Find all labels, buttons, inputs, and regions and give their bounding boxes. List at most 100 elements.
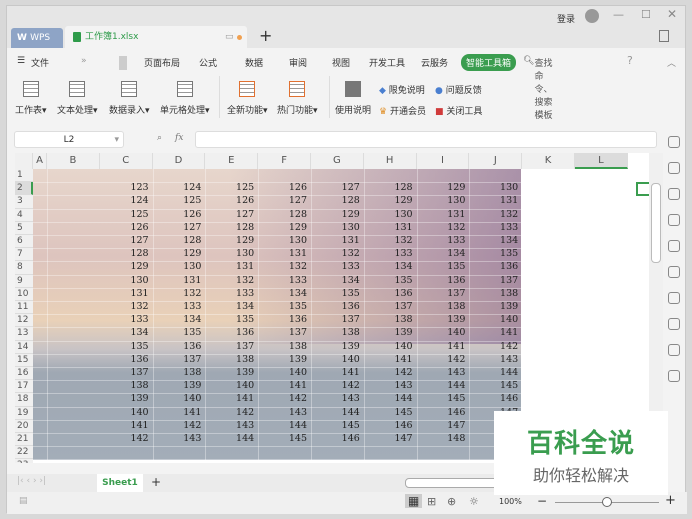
cell[interactable]: 132 — [161, 288, 201, 299]
cell[interactable]: 142 — [161, 420, 201, 431]
cell[interactable]: 132 — [267, 261, 307, 272]
cell[interactable]: 144 — [320, 407, 360, 418]
cell[interactable]: 133 — [267, 275, 307, 286]
cell[interactable]: 141 — [267, 380, 307, 391]
cell[interactable]: 141 — [425, 341, 465, 352]
cell[interactable]: 135 — [161, 327, 201, 338]
cell[interactable]: 132 — [373, 235, 412, 246]
row-header[interactable]: 3 — [15, 195, 33, 209]
cell[interactable]: 136 — [109, 354, 148, 365]
cell[interactable]: 135 — [320, 288, 360, 299]
cell[interactable]: 143 — [214, 420, 254, 431]
add-sheet-button[interactable]: + — [151, 475, 161, 489]
cell[interactable]: 133 — [373, 248, 412, 259]
cell[interactable]: 137 — [478, 275, 518, 286]
cell[interactable]: 128 — [109, 248, 148, 259]
cell[interactable]: 137 — [320, 314, 360, 325]
instructions-button[interactable]: 使用说明 — [335, 81, 371, 116]
cell[interactable]: 141 — [373, 354, 412, 365]
cell[interactable]: 138 — [425, 301, 465, 312]
cell[interactable]: 129 — [214, 235, 254, 246]
column-header-J[interactable]: J — [469, 153, 523, 169]
cell[interactable]: 131 — [267, 248, 307, 259]
feedback-link[interactable]: ● 问题反馈 — [435, 83, 482, 96]
free-info-link[interactable]: ◆ 限免说明 — [379, 83, 425, 96]
cell[interactable]: 134 — [267, 288, 307, 299]
cell[interactable]: 135 — [267, 301, 307, 312]
row-header[interactable]: 11 — [15, 301, 33, 315]
fx-icon[interactable]: fx — [175, 133, 183, 143]
column-header-F[interactable]: F — [258, 153, 311, 169]
cell[interactable]: 137 — [214, 341, 254, 352]
cell[interactable]: 134 — [478, 235, 518, 246]
cell[interactable]: 144 — [425, 380, 465, 391]
login-link[interactable]: 登录 — [557, 12, 575, 25]
menu-page-layout[interactable]: 页面布局 — [144, 56, 180, 69]
cell[interactable]: 132 — [109, 301, 148, 312]
cell[interactable]: 124 — [109, 195, 148, 206]
cell[interactable]: 131 — [214, 261, 254, 272]
hot-features-button[interactable]: 热门功能▾ — [277, 81, 318, 116]
cell-processing-button[interactable]: 单元格处理▾ — [160, 81, 210, 116]
cell[interactable]: 125 — [214, 182, 254, 193]
menu-view[interactable]: 视图 — [332, 56, 350, 69]
normal-view-icon[interactable]: ▦ — [405, 494, 423, 508]
cell[interactable]: 140 — [109, 407, 148, 418]
cell[interactable]: 138 — [267, 341, 307, 352]
cell[interactable]: 140 — [373, 341, 412, 352]
cell[interactable]: 136 — [320, 301, 360, 312]
cell[interactable]: 135 — [373, 275, 412, 286]
cell[interactable]: 145 — [267, 433, 307, 444]
select-all-corner[interactable] — [15, 153, 33, 169]
scroll-thumb[interactable] — [651, 183, 661, 263]
archive-icon[interactable] — [668, 344, 680, 356]
sidebar-toggle-icon[interactable] — [659, 30, 669, 42]
row-header[interactable]: 15 — [15, 353, 33, 367]
avatar-icon[interactable] — [585, 9, 599, 23]
scroll-left-button[interactable] — [119, 56, 127, 70]
macro-icon[interactable]: ▤ — [19, 496, 28, 506]
help-icon[interactable] — [668, 266, 680, 278]
cell[interactable]: 137 — [267, 327, 307, 338]
cell[interactable]: 133 — [320, 261, 360, 272]
cell[interactable]: 142 — [373, 367, 412, 378]
file-tab[interactable]: 工作簿1.xlsx ▭ — [65, 26, 247, 48]
collapse-ribbon-icon[interactable]: ︿ — [667, 56, 676, 69]
select-icon[interactable] — [668, 136, 680, 148]
cell[interactable]: 145 — [373, 407, 412, 418]
column-header-E[interactable]: E — [205, 153, 259, 169]
cell[interactable]: 145 — [425, 393, 465, 404]
menu-formula[interactable]: 公式 — [199, 56, 217, 69]
cell[interactable]: 137 — [425, 288, 465, 299]
cell[interactable]: 139 — [161, 380, 201, 391]
cell[interactable]: 130 — [161, 261, 201, 272]
zoom-out-button[interactable]: − — [537, 494, 547, 508]
row-header[interactable]: 20 — [15, 419, 33, 433]
cell[interactable]: 138 — [214, 354, 254, 365]
cell[interactable]: 128 — [267, 209, 307, 220]
column-header-H[interactable]: H — [363, 153, 417, 169]
column-header-C[interactable]: C — [99, 153, 153, 169]
cell[interactable]: 141 — [161, 407, 201, 418]
cell[interactable]: 139 — [109, 393, 148, 404]
cell[interactable]: 146 — [320, 433, 360, 444]
row-header[interactable]: 13 — [15, 327, 33, 341]
cell[interactable]: 146 — [478, 393, 518, 404]
star-icon[interactable] — [668, 292, 680, 304]
cell[interactable]: 134 — [425, 248, 465, 259]
row-header[interactable]: 21 — [15, 433, 33, 447]
cell[interactable]: 131 — [373, 222, 412, 233]
cell[interactable]: 135 — [425, 261, 465, 272]
cell[interactable]: 142 — [109, 433, 148, 444]
menu-smart-toolbox[interactable]: 智能工具箱 — [461, 54, 517, 71]
cell[interactable]: 138 — [161, 367, 201, 378]
page-break-icon[interactable]: ⊞ — [427, 495, 436, 508]
cell[interactable]: 140 — [161, 393, 201, 404]
data-entry-button[interactable]: 数据录入▾ — [109, 81, 150, 116]
cell[interactable]: 134 — [109, 327, 148, 338]
wps-home-tab[interactable]: W WPS — [11, 28, 63, 48]
row-header[interactable]: 9 — [15, 274, 33, 288]
cell[interactable]: 130 — [214, 248, 254, 259]
cell[interactable]: 143 — [161, 433, 201, 444]
cell[interactable]: 134 — [214, 301, 254, 312]
